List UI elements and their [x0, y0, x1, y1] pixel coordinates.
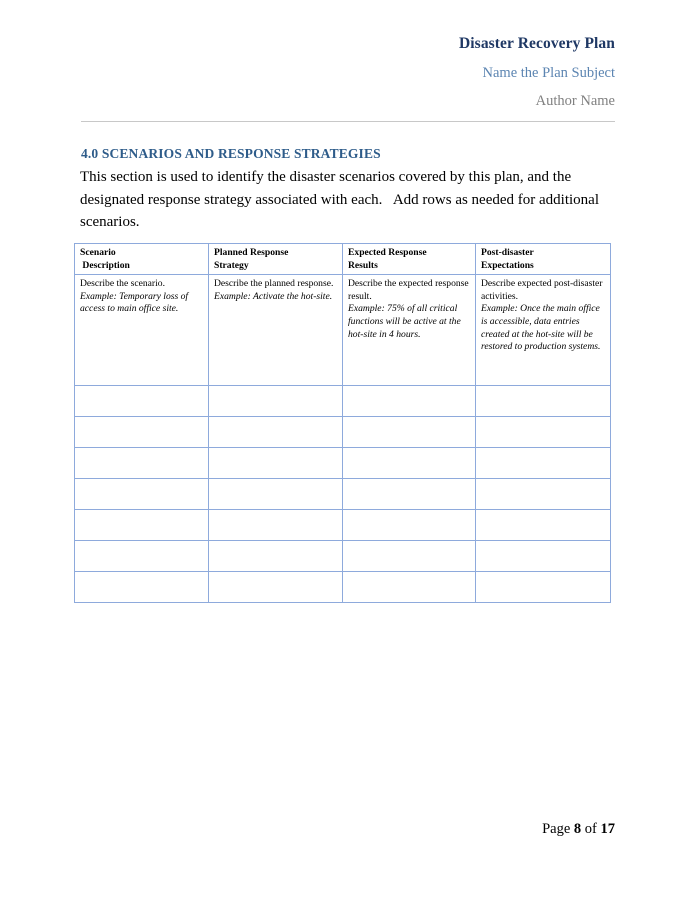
cell-example-text: Example: Once the main office is accessi…: [481, 303, 601, 353]
page-footer: Page 8 of 17: [81, 820, 615, 839]
document-subtitle: Name the Plan Subject: [482, 64, 615, 81]
column-header-post-disaster-expectations: Post-disaster Expectations: [475, 242, 611, 276]
header-line-2: Results: [348, 259, 378, 271]
cell-lead-text: Describe expected post-disaster activiti…: [481, 278, 603, 302]
cell-empty[interactable]: [475, 385, 611, 418]
cell-lead-text: Describe the planned response.: [214, 278, 334, 290]
cell-empty[interactable]: [208, 540, 343, 573]
column-header-scenario-description: Scenario Description: [74, 242, 209, 276]
cell-example-text: Example: Activate the hot-site.: [214, 290, 333, 302]
cell-expected-response-results[interactable]: Describe the expected response result. E…: [342, 274, 476, 387]
table-row-example: Describe the scenario. Example: Temporar…: [74, 274, 611, 387]
cell-empty[interactable]: [208, 509, 343, 542]
cell-lead-text: Describe the scenario.: [80, 278, 165, 290]
column-header-expected-response-results: Expected Response Results: [342, 242, 476, 276]
footer-page-prefix: Page: [542, 821, 574, 837]
table-row-empty: [74, 478, 611, 511]
cell-empty[interactable]: [74, 416, 209, 449]
table-body: Describe the scenario. Example: Temporar…: [74, 274, 611, 604]
cell-empty[interactable]: [342, 416, 476, 449]
table-row-empty: [74, 447, 611, 480]
cell-scenario-description[interactable]: Describe the scenario. Example: Temporar…: [74, 274, 209, 387]
cell-empty[interactable]: [475, 478, 611, 511]
cell-empty[interactable]: [208, 385, 343, 418]
cell-empty[interactable]: [208, 478, 343, 511]
cell-example-text: Example: 75% of all critical functions w…: [348, 303, 461, 340]
header-line-1: Planned Response: [214, 247, 289, 258]
cell-empty[interactable]: [74, 385, 209, 418]
cell-empty[interactable]: [342, 447, 476, 480]
footer-page-middle: of: [581, 821, 601, 837]
cell-planned-response-strategy[interactable]: Describe the planned response. Example: …: [208, 274, 343, 387]
cell-empty[interactable]: [475, 571, 611, 604]
cell-empty[interactable]: [475, 416, 611, 449]
footer-total-pages: 17: [600, 821, 616, 837]
table-row-empty: [74, 509, 611, 542]
document-page: Disaster Recovery Plan Name the Plan Sub…: [0, 0, 696, 900]
table-row-empty: [74, 571, 611, 604]
cell-example-text: Example: Temporary loss of access to mai…: [80, 290, 189, 315]
cell-empty[interactable]: [208, 571, 343, 604]
cell-empty[interactable]: [74, 478, 209, 511]
cell-empty[interactable]: [475, 509, 611, 542]
cell-empty[interactable]: [74, 447, 209, 480]
header-line-1: Expected Response: [348, 247, 427, 258]
document-author: Author Name: [535, 93, 615, 110]
cell-post-disaster-expectations[interactable]: Describe expected post-disaster activiti…: [475, 274, 611, 387]
cell-empty[interactable]: [74, 540, 209, 573]
header-line-2: Strategy: [214, 259, 249, 271]
cell-empty[interactable]: [342, 571, 476, 604]
header-line-2: Expectations: [481, 259, 534, 271]
table-row-empty: [74, 385, 611, 418]
cell-empty[interactable]: [208, 416, 343, 449]
section-heading: 4.0 SCENARIOS AND RESPONSE STRATEGIES: [81, 146, 381, 161]
header-divider: [81, 121, 615, 122]
cell-empty[interactable]: [342, 509, 476, 542]
document-title: Disaster Recovery Plan: [458, 35, 615, 52]
cell-empty[interactable]: [74, 509, 209, 542]
column-header-planned-response-strategy: Planned Response Strategy: [208, 242, 343, 276]
header-line-1: Scenario: [80, 247, 116, 258]
scenario-response-table: Scenario Description Planned Response St…: [74, 242, 611, 604]
cell-empty[interactable]: [342, 540, 476, 573]
cell-lead-text: Describe the expected response result.: [348, 278, 469, 302]
document-header: Disaster Recovery Plan Name the Plan Sub…: [81, 34, 615, 112]
section-body-text: This section is used to identify the dis…: [80, 169, 603, 230]
table-row-empty: [74, 540, 611, 573]
cell-empty[interactable]: [74, 571, 209, 604]
cell-empty[interactable]: [342, 478, 476, 511]
table-header-row: Scenario Description Planned Response St…: [74, 242, 611, 276]
cell-empty[interactable]: [342, 385, 476, 418]
header-line-2: Description: [80, 259, 130, 271]
cell-empty[interactable]: [475, 540, 611, 573]
cell-empty[interactable]: [208, 447, 343, 480]
cell-empty[interactable]: [475, 447, 611, 480]
table-row-empty: [74, 416, 611, 449]
header-line-1: Post-disaster: [481, 247, 534, 258]
